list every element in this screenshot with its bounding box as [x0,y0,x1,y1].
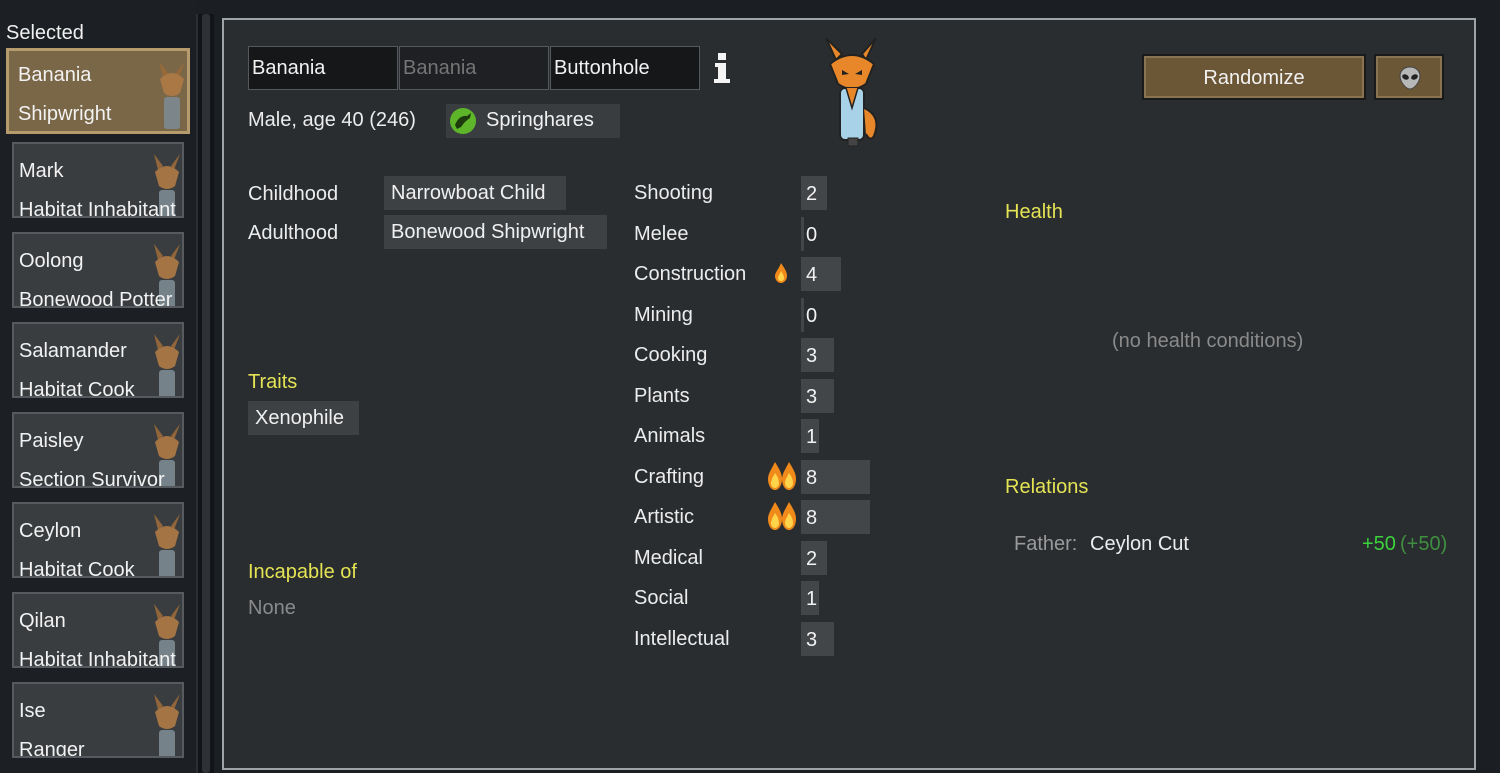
adulthood-label: Adulthood [248,222,339,244]
colonist-card[interactable]: Oolong Bonewood Potter [12,232,184,308]
colonist-card[interactable]: Banania Shipwright [6,48,190,134]
colonist-mini-portrait [159,61,185,129]
adulthood-chip[interactable]: Bonewood Shipwright [384,215,607,249]
skill-level: 8 [806,507,818,529]
colonist-card[interactable]: Ceylon Habitat Cook [12,502,184,578]
childhood-label: Childhood [248,183,339,205]
incapable-value: None [248,597,296,619]
skill-name: Cooking [634,344,708,366]
traits-title: Traits [248,371,298,393]
scrollbar-thumb[interactable] [202,14,210,773]
colonist-name: Mark [19,160,64,182]
alien-head-icon [1399,66,1421,90]
relation-opinion: +50 [1362,533,1396,555]
skill-name: Animals [634,425,706,447]
randomize-button[interactable]: Randomize [1142,54,1366,100]
no-health-text: (no health conditions) [1112,330,1304,352]
last-name-field[interactable] [550,46,700,90]
sidebar-title: Selected [6,22,84,44]
character-summary: Male, age 40 (246) [248,109,416,131]
colonist-card[interactable]: Paisley Section Survivor [12,412,184,488]
colonist-name: Salamander [19,340,127,362]
colonist-title: Habitat Cook [19,379,135,398]
incapable-title: Incapable of [248,561,357,583]
skill-level-bar [801,298,804,332]
colonist-name: Qilan [19,610,66,632]
nickname-field[interactable] [399,46,549,90]
faction-chip[interactable]: Springhares [446,104,620,138]
relations-title: Relations [1005,476,1089,498]
character-portrait [825,38,878,147]
trait-chip[interactable]: Xenophile [248,401,359,435]
xenotype-button[interactable] [1374,54,1444,100]
skill-level: 2 [806,548,818,570]
colonist-card[interactable]: Mark Habitat Inhabitant [12,142,184,218]
relation-opinion-paren: (+50) [1400,533,1448,555]
colonist-title: Shipwright [18,103,112,125]
skill-level: 0 [806,305,818,327]
colonist-name: Ceylon [19,520,82,542]
colonist-card[interactable]: Ise Ranger [12,682,184,758]
skill-name: Intellectual [634,628,730,650]
skill-name: Plants [634,385,690,407]
skill-level: 3 [806,629,818,651]
faction-name: Springhares [486,109,594,131]
relation-kind: Father: [1014,533,1078,555]
colonist-name: Ise [19,700,46,722]
skill-name: Melee [634,223,689,245]
skill-level: 1 [806,426,818,448]
skill-name: Mining [634,304,693,326]
skill-name: Shooting [634,182,713,204]
character-editor-panel: Male, age 40 (246) Springhares Randomize… [222,18,1476,770]
skill-name: Construction [634,263,747,285]
relation-name: Ceylon Cut [1090,533,1189,555]
skill-level: 0 [806,224,818,246]
colonist-mini-portrait [154,334,180,396]
skill-level: 2 [806,183,818,205]
skill-level: 4 [806,264,818,286]
colonist-name: Banania [18,64,92,86]
health-title: Health [1005,201,1063,223]
colonist-mini-portrait [154,694,180,756]
childhood-chip[interactable]: Narrowboat Child [384,176,566,210]
colonist-title: Habitat Inhabitant [19,649,176,668]
colonist-title: Habitat Cook [19,559,135,578]
skill-level: 3 [806,345,818,367]
skill-level: 8 [806,467,818,489]
skill-name: Crafting [634,466,705,488]
colonist-card[interactable]: Qilan Habitat Inhabitant [12,592,184,668]
skill-level: 3 [806,386,818,408]
first-name-field[interactable] [248,46,398,90]
major-passion-icon [768,502,796,530]
colonist-card[interactable]: Salamander Habitat Cook [12,322,184,398]
colonist-title: Habitat Inhabitant [19,199,176,218]
colonist-name: Oolong [19,250,84,272]
skill-level-bar [801,217,804,251]
minor-passion-icon [775,263,787,283]
colonist-list-scrollbar[interactable] [196,14,214,773]
colonist-title: Section Survivor [19,469,165,488]
faction-icon [450,108,476,134]
colonist-list: Selected Banania Shipwright Mark Habitat In… [0,0,196,773]
colonist-name: Paisley [19,430,84,452]
skill-level: 1 [806,588,818,610]
major-passion-icon [768,462,796,490]
skill-name: Artistic [634,506,694,528]
skill-name: Medical [634,547,703,569]
skill-name: Social [634,587,689,609]
colonist-title: Ranger [19,739,85,758]
colonist-title: Bonewood Potter [19,289,173,308]
info-icon[interactable] [712,52,732,84]
colonist-mini-portrait [154,514,180,576]
